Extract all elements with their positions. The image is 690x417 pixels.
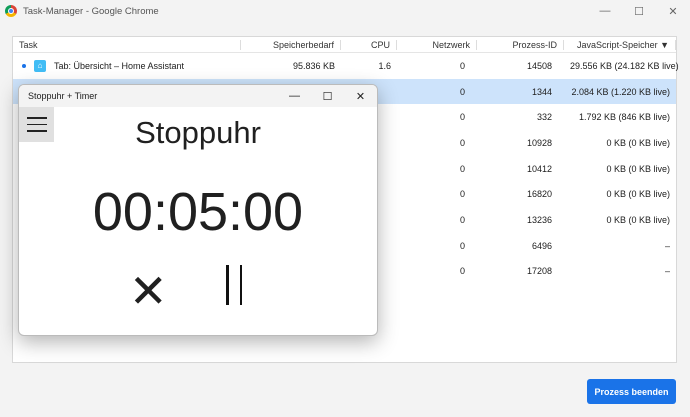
cell-pid: 332 [536,112,552,123]
column-js-memory[interactable]: JavaScript-Speicher ▼ [564,39,676,50]
cell-js-memory: 29.556 KB (24.182 KB live) [570,60,679,71]
stopwatch-heading: Stoppuhr [135,115,261,150]
cell-network: 0 [459,189,465,200]
cell-network: 0 [459,60,465,71]
stopwatch-minimize-button[interactable]: — [278,85,311,107]
stopwatch-title-bar: Stoppuhr + Timer — ☐ ✕ [19,85,377,107]
cell-js-memory: 0 KB (0 KB live) [606,189,670,200]
cell-pid: 16820 [526,189,552,200]
cell-pid: 10928 [526,137,552,148]
close-button[interactable]: ✕ [656,0,690,22]
column-network[interactable]: Netzwerk [397,39,477,50]
column-pid[interactable]: Prozess-ID [477,39,564,50]
cell-network: 0 [459,137,465,148]
window-title: Task-Manager - Google Chrome [23,5,159,17]
cell-js-memory: 1.792 KB (846 KB live) [578,112,670,123]
status-dot-icon [22,63,26,68]
cell-pid: 1344 [531,86,552,97]
stopwatch-maximize-button[interactable]: ☐ [311,85,344,107]
reset-x-icon[interactable]: ✕ [129,268,168,314]
cell-js-memory: 0 KB (0 KB live) [606,137,670,148]
column-cpu[interactable]: CPU [341,39,397,50]
table-row[interactable]: ⌂ Tab: Übersicht – Home Assistant 95.836 … [13,53,679,79]
cell-task: ⌂ Tab: Übersicht – Home Assistant [13,59,241,72]
stopwatch-window-title: Stoppuhr + Timer [28,91,98,101]
minimize-button[interactable]: — [588,0,622,22]
cell-js-memory: – [664,266,670,277]
cell-network: 0 [459,266,465,277]
cell-memory: 95.836 KB [292,60,335,71]
stopwatch-close-button[interactable]: ✕ [344,85,377,107]
chrome-icon [5,5,17,17]
title-bar: Task-Manager - Google Chrome — ☐ ✕ [0,0,690,22]
cell-pid: 6496 [531,240,552,251]
maximize-button[interactable]: ☐ [622,0,656,22]
column-memory[interactable]: Speicherbedarf [241,39,341,50]
end-process-button[interactable]: Prozess beenden [587,379,676,404]
cell-network: 0 [459,163,465,174]
cell-js-memory: – [664,240,670,251]
table-header: Task Speicherbedarf CPU Netzwerk Prozess… [13,37,676,53]
cell-network: 0 [459,86,465,97]
task-name: Tab: Übersicht – Home Assistant [54,60,185,71]
stopwatch-time: 00:05:00 [92,182,304,242]
cell-js-memory: 2.084 KB (1.220 KB live) [571,86,670,97]
cell-network: 0 [459,112,465,123]
cell-network: 0 [459,240,465,251]
pause-icon[interactable] [226,265,242,305]
cell-pid: 14508 [526,60,552,71]
cell-js-memory: 0 KB (0 KB live) [606,163,670,174]
cell-cpu: 1.6 [378,60,391,71]
cell-pid: 10412 [526,163,552,174]
home-assistant-icon: ⌂ [34,59,46,72]
column-task[interactable]: Task [13,39,241,50]
cell-js-memory: 0 KB (0 KB live) [606,214,670,225]
cell-pid: 17208 [526,266,552,277]
cell-pid: 13236 [526,214,552,225]
stopwatch-window: Stoppuhr + Timer — ☐ ✕ Stoppuhr 00:05:00… [18,84,378,336]
cell-network: 0 [459,214,465,225]
